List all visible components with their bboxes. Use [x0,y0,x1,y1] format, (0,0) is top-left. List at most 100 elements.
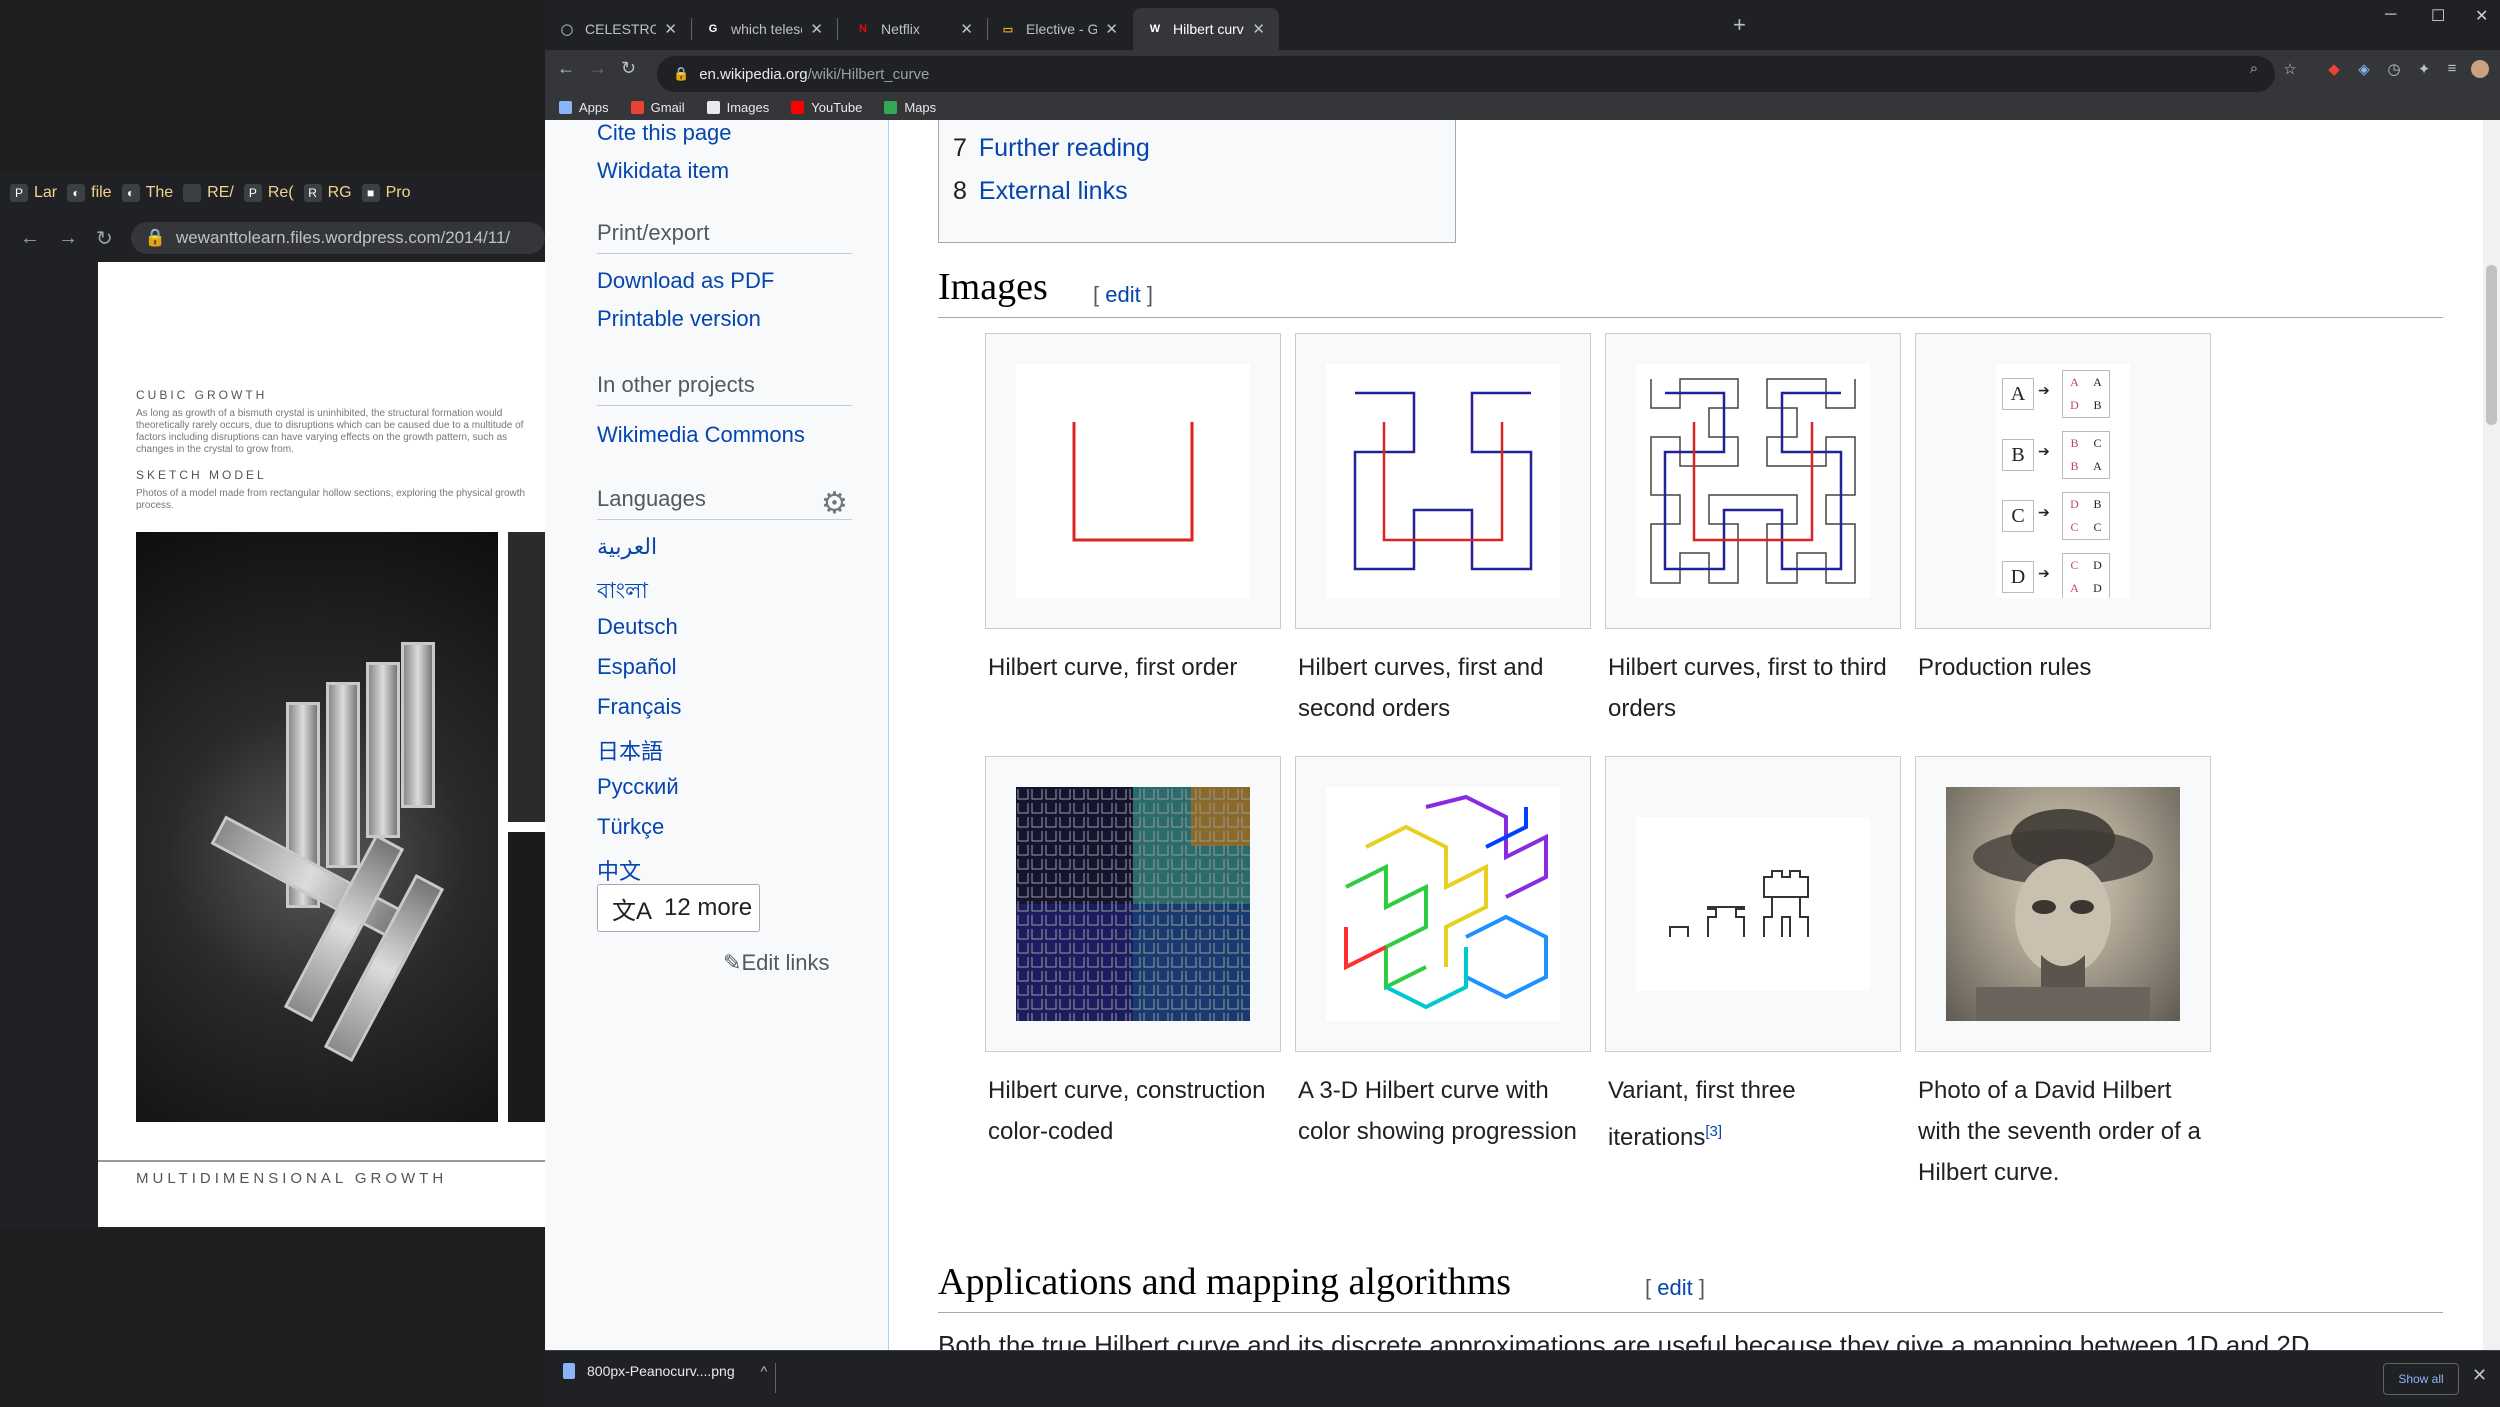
bookmarks-bar: Apps Gmail Images YouTube Maps [545,94,936,120]
new-tab-button[interactable]: + [1733,12,1746,38]
david-hilbert-photo[interactable] [1946,787,2180,1021]
bookmark-apps[interactable]: Apps [559,100,609,115]
tab-slides[interactable]: ▭ Elective - Google Slides ✕ [986,8,1132,50]
bookmark-images[interactable]: Images [706,100,769,115]
citation-link[interactable]: [3] [1705,1123,1722,1140]
zoom-icon[interactable]: ⌕ [2245,60,2263,78]
maximize-icon[interactable]: ☐ [2431,6,2445,26]
bookmark-star-icon[interactable]: ☆ [2281,60,2299,78]
doc-heading: SKETCH MODEL [136,468,267,482]
hilbert-third-order-image[interactable] [1636,364,1870,598]
download-item[interactable]: 800px-Peanocurv....png ^ [563,1363,767,1379]
tab-wikipedia[interactable]: W Hilbert curve - Wikipedia ✕ [1133,8,1279,50]
forward-arrow-icon[interactable]: → [589,58,607,79]
toc-link[interactable]: External links [979,177,1128,205]
hilbert-first-order-image[interactable] [1016,364,1250,598]
section-title-images: Images [938,266,1048,308]
background-tab[interactable]: ◐ file [67,184,112,202]
minimize-icon[interactable]: ─ [2385,6,2396,24]
hilbert-second-order-image[interactable] [1326,364,1560,598]
section-edit-link[interactable]: [ edit ] [1093,282,1153,308]
extension-clock-icon[interactable]: ◷ [2385,60,2403,78]
section-edit-link[interactable]: [ edit ] [1645,1275,1705,1301]
language-link[interactable]: 日本語 [597,734,663,766]
background-address-bar[interactable]: 🔒 wewanttolearn.files.wordpress.com/2014… [130,222,545,254]
scrollbar-thumb[interactable] [2486,265,2497,425]
background-tab[interactable]: P Re( [243,184,294,202]
media-control-icon[interactable]: ≡ [2443,60,2461,78]
sidebar-link-commons[interactable]: Wikimedia Commons [597,422,805,448]
language-link[interactable]: العربية [597,534,657,560]
tab-google[interactable]: Gwhich telescope is used to see planets ✕ [691,8,837,50]
bookmark-maps[interactable]: Maps [884,100,936,115]
extensions-puzzle-icon[interactable]: ✦ [2415,60,2433,78]
toc-item[interactable]: 8 External links [953,177,1128,206]
language-link[interactable]: Türkçe [597,814,664,840]
toc-link[interactable]: Further reading [979,134,1150,162]
tab-telescope[interactable]: ◯ CELESTRON NEXSTAR 130SLT COMPUTERIZED ✕ [545,8,691,50]
variant-iterations-image[interactable] [1636,817,1870,991]
gallery-caption: Production rules [1918,654,2092,681]
reload-icon[interactable]: ↻ [621,58,636,79]
language-link[interactable]: Русский [597,774,679,800]
edit-links-link[interactable]: ✎Edit links [723,950,829,976]
apps-icon [559,100,572,114]
page-scrollbar[interactable] [2483,120,2500,1350]
gallery-frame[interactable] [1605,756,1901,1052]
close-window-icon[interactable]: ✕ [2475,6,2488,26]
back-arrow-icon[interactable]: ← [20,227,40,250]
sidebar-link-pdf[interactable]: Download as PDF [597,268,774,294]
gallery-frame[interactable] [1295,756,1591,1052]
language-link[interactable]: Deutsch [597,614,678,640]
tab-close-icon[interactable]: ✕ [1252,20,1265,38]
background-tab[interactable]: P Lar [10,184,57,202]
chevron-up-icon[interactable]: ^ [761,1363,768,1379]
tab-close-icon[interactable]: ✕ [664,20,677,38]
extension-red-icon[interactable]: ◆ [2325,60,2343,78]
gallery-frame[interactable] [1605,333,1901,629]
color-coded-construction-image[interactable] [1016,787,1250,1021]
language-link[interactable]: বাংলা [597,574,648,611]
rule-result: BCBA [2062,431,2110,479]
gallery-frame[interactable] [1295,333,1591,629]
language-link[interactable]: Español [597,654,677,680]
close-icon[interactable]: ✕ [2472,1365,2487,1386]
tab-close-icon[interactable]: ✕ [960,20,973,38]
tab-netflix[interactable]: N Netflix ✕ [841,8,987,50]
hilbert-3d-image[interactable] [1326,787,1560,1021]
production-rules-image[interactable]: A ➔ A A D B B ➔ B C B A C ➔ D B C C D ➔ C D A D [1996,364,2130,598]
background-tab[interactable]: ■ Pro [361,184,411,202]
language-link[interactable]: 中文 [597,854,641,886]
tab-close-icon[interactable]: ✕ [1105,20,1118,38]
sidebar-link-wikidata[interactable]: Wikidata item [597,158,729,184]
gallery-frame[interactable] [1915,756,2211,1052]
toc-item[interactable]: 7 Further reading [953,134,1150,163]
reload-icon[interactable]: ↻ [96,226,113,251]
language-link[interactable]: Français [597,694,681,720]
background-tab-strip: P Lar ◐ file ◐ The RE/P Re( R RG ■ Pro [10,170,545,216]
background-tab[interactable]: ◐ The [121,184,173,202]
back-arrow-icon[interactable]: ← [557,58,575,79]
sidebar-link-cite[interactable]: Cite this page [597,120,732,146]
bookmark-gmail[interactable]: Gmail [630,100,685,115]
address-bar[interactable]: 🔒 en.wikipedia.org/wiki/Hilbert_curve [657,56,2275,92]
extension-shield-icon[interactable]: ◈ [2355,60,2373,78]
sidebar-link-printable[interactable]: Printable version [597,306,761,332]
doc-paragraph: Photos of a model made from rectangular … [136,488,526,511]
gallery-frame[interactable]: A ➔ A A D B B ➔ B C B A C ➔ D B C C D ➔ C D A D [1915,333,2211,629]
gear-icon[interactable]: ⚙ [821,486,848,521]
gallery-caption: Photo of a David Hilbert with the sevent… [1918,1077,2201,1186]
tab-close-icon[interactable]: ✕ [810,20,823,38]
background-tab[interactable]: RE/ [183,184,234,202]
gallery-frame[interactable] [985,756,1281,1052]
profile-avatar[interactable] [2471,60,2489,78]
more-languages-button[interactable]: 文A 12 more [597,884,760,932]
arrow-right-icon: ➔ [2038,443,2050,459]
bookmark-youtube[interactable]: YouTube [791,100,862,115]
gallery-frame[interactable] [985,333,1281,629]
forward-arrow-icon[interactable]: → [58,227,78,250]
show-all-button[interactable]: Show all [2383,1363,2459,1395]
background-tab[interactable]: R RG [303,184,352,202]
edit-links-label: Edit links [741,950,830,975]
rule-result-symbol: A [2070,375,2079,389]
